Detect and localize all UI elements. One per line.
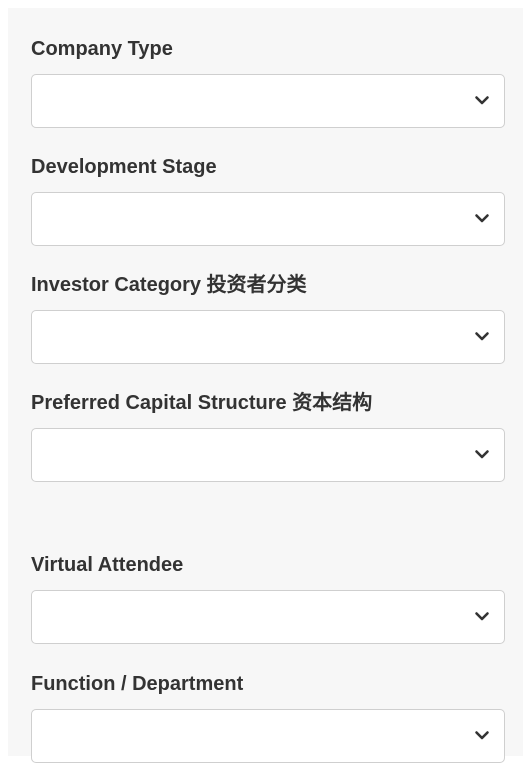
chevron-down-icon <box>475 214 489 223</box>
virtual-attendee-select[interactable] <box>31 590 505 644</box>
function-department-field: Function / Department <box>31 670 505 763</box>
chevron-down-icon <box>475 96 489 105</box>
preferred-capital-structure-select[interactable] <box>31 428 505 482</box>
chevron-down-icon <box>475 332 489 341</box>
investor-category-field: Investor Category 投资者分类 <box>31 271 505 364</box>
filter-panel: Company Type Development Stage Investor … <box>8 8 523 763</box>
function-department-select[interactable] <box>31 709 505 763</box>
chevron-down-icon <box>475 450 489 459</box>
company-type-select[interactable] <box>31 74 505 128</box>
virtual-attendee-label: Virtual Attendee <box>31 554 184 576</box>
company-type-label: Company Type <box>31 38 173 60</box>
development-stage-label: Development Stage <box>31 156 217 178</box>
company-type-field: Company Type <box>31 35 505 128</box>
investor-category-select[interactable] <box>31 310 505 364</box>
development-stage-select[interactable] <box>31 192 505 246</box>
investor-category-label: Investor Category 投资者分类 <box>31 274 307 296</box>
virtual-attendee-field: Virtual Attendee <box>31 551 505 644</box>
function-department-label: Function / Department <box>31 673 244 695</box>
chevron-down-icon <box>475 731 489 740</box>
preferred-capital-structure-label: Preferred Capital Structure 资本结构 <box>31 392 373 414</box>
chevron-down-icon <box>475 612 489 621</box>
preferred-capital-structure-field: Preferred Capital Structure 资本结构 <box>31 389 505 482</box>
development-stage-field: Development Stage <box>31 153 505 246</box>
